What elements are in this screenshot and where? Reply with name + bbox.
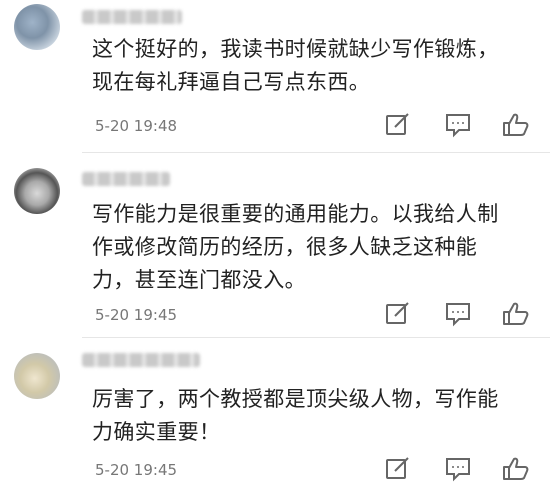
comment-text-line: 这个挺好的，我读书时候就缺少写作锻炼，	[92, 37, 499, 61]
comment-item: 厉害了，两个教授都是顶尖级人物，写作能 力确实重要！ 5-20 19:45	[0, 343, 550, 488]
avatar[interactable]	[14, 353, 60, 399]
thumbs-up-icon[interactable]	[502, 112, 530, 138]
edit-icon[interactable]	[384, 301, 412, 327]
comment-item: 这个挺好的，我读书时候就缺少写作锻炼， 现在每礼拜逼自己写点东西。 5-20 1…	[0, 0, 550, 155]
comment-text-line: 厉害了，两个教授都是顶尖级人物，写作能	[92, 387, 499, 411]
comment-icon[interactable]	[444, 301, 472, 327]
comment-actions	[384, 456, 534, 482]
comment-actions	[384, 301, 534, 327]
edit-icon[interactable]	[384, 112, 412, 138]
comment-text-line: 力确实重要！	[92, 420, 221, 444]
comment-text: 这个挺好的，我读书时候就缺少写作锻炼， 现在每礼拜逼自己写点东西。	[92, 33, 537, 99]
comment-icon[interactable]	[444, 456, 472, 482]
username-blurred[interactable]	[82, 10, 182, 24]
comment-icon[interactable]	[444, 112, 472, 138]
comment-item: 写作能力是很重要的通用能力。以我给人制 作或修改简历的经历，很多人缺乏这种能 力…	[0, 158, 550, 338]
divider	[82, 152, 550, 153]
comment-text: 厉害了，两个教授都是顶尖级人物，写作能 力确实重要！	[92, 383, 537, 449]
comment-text: 写作能力是很重要的通用能力。以我给人制 作或修改简历的经历，很多人缺乏这种能 力…	[92, 198, 537, 297]
divider	[82, 337, 550, 338]
avatar[interactable]	[14, 4, 60, 50]
comment-text-line: 力，甚至连门都没入。	[92, 268, 306, 292]
comment-text-line: 作或修改简历的经历，很多人缺乏这种能	[92, 235, 478, 259]
comment-actions	[384, 112, 534, 138]
edit-icon[interactable]	[384, 456, 412, 482]
comment-text-line: 现在每礼拜逼自己写点东西。	[92, 70, 371, 94]
comment-time: 5-20 19:48	[95, 117, 178, 135]
avatar[interactable]	[14, 168, 60, 214]
comment-text-line: 写作能力是很重要的通用能力。以我给人制	[92, 202, 499, 226]
username-blurred[interactable]	[82, 353, 200, 367]
thumbs-up-icon[interactable]	[502, 456, 530, 482]
comment-time: 5-20 19:45	[95, 461, 178, 479]
thumbs-up-icon[interactable]	[502, 301, 530, 327]
username-blurred[interactable]	[82, 172, 170, 186]
comment-time: 5-20 19:45	[95, 306, 178, 324]
